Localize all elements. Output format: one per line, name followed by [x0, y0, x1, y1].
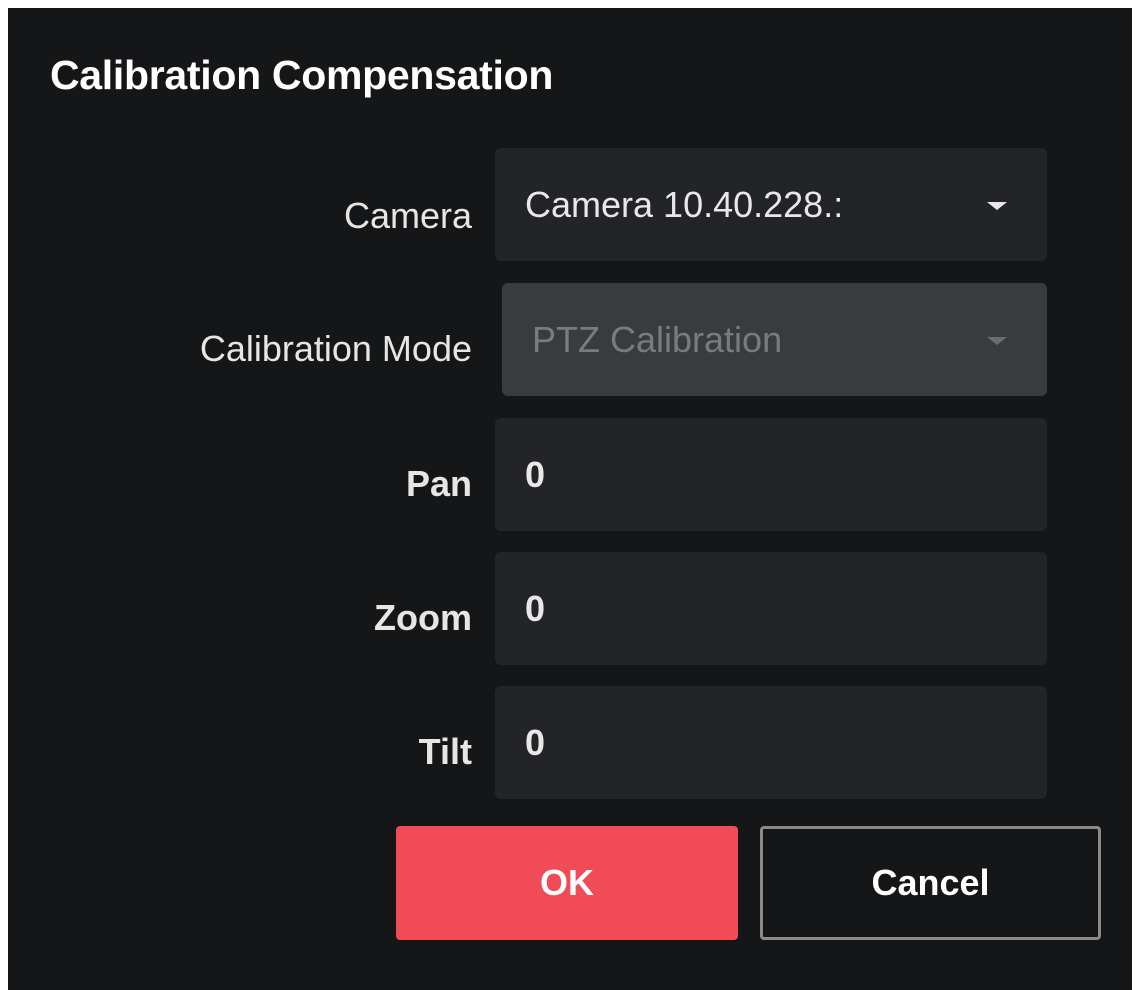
zoom-input-value: 0	[525, 587, 546, 629]
cancel-button[interactable]: Cancel	[760, 826, 1101, 940]
tilt-input-value: 0	[525, 721, 546, 763]
zoom-input[interactable]: 0	[495, 552, 1047, 665]
calibration-mode-select-value: PTZ Calibration	[532, 318, 783, 360]
calibration-mode-select: PTZ Calibration	[502, 283, 1047, 396]
chevron-down-icon	[987, 201, 1007, 210]
pan-input-value: 0	[525, 453, 546, 495]
pan-label: Pan	[405, 463, 472, 504]
camera-select-value: Camera 10.40.228.:	[525, 183, 844, 225]
camera-select[interactable]: Camera 10.40.228.:	[495, 148, 1047, 261]
calibration-mode-label: Calibration Mode	[199, 328, 472, 369]
ok-button[interactable]: OK	[396, 826, 738, 940]
tilt-input[interactable]: 0	[495, 686, 1047, 799]
dialog-title: Calibration Compensation	[50, 52, 554, 98]
camera-label: Camera	[343, 195, 472, 236]
tilt-label: Tilt	[418, 731, 472, 772]
chevron-down-icon	[987, 336, 1007, 345]
calibration-compensation-dialog: Calibration Compensation Camera Camera 1…	[8, 8, 1132, 990]
pan-input[interactable]: 0	[495, 418, 1047, 531]
zoom-label: Zoom	[374, 597, 472, 638]
